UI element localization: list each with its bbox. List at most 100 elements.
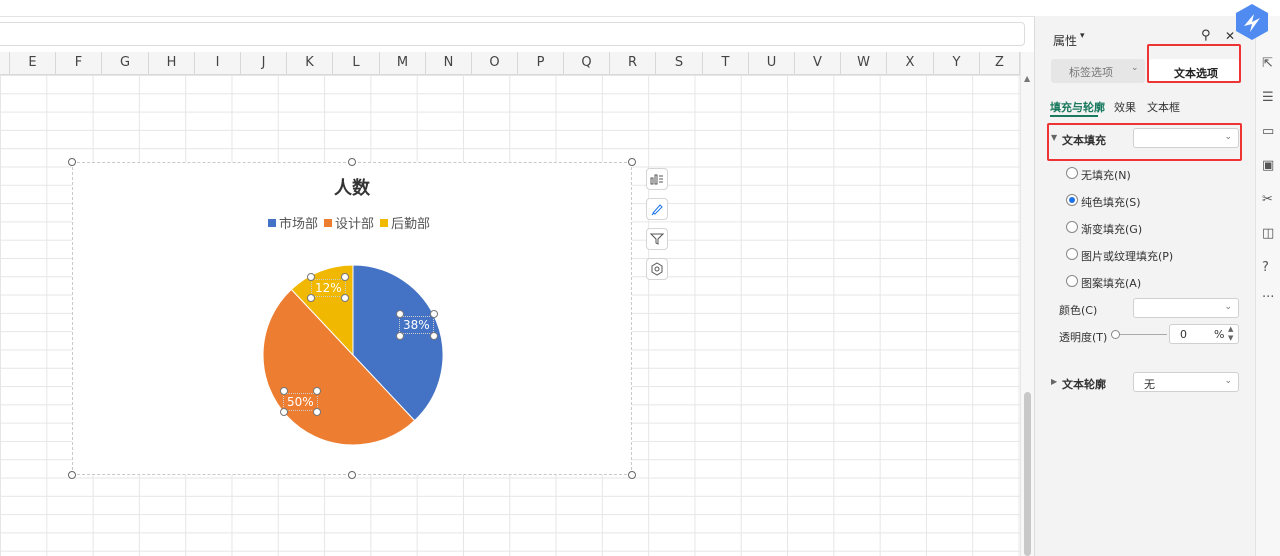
label-handle[interactable] [313,408,321,416]
resize-handle[interactable] [348,471,356,479]
chevron-down-icon: ⌄ [1131,63,1139,73]
label-handle[interactable] [313,387,321,395]
chart-elements-icon[interactable] [646,168,668,190]
chevron-down-icon: ⌄ [1224,376,1232,386]
more-icon[interactable]: ··· [1262,290,1274,305]
resize-handle[interactable] [348,158,356,166]
tab-label-options[interactable]: 标签选项 ⌄ [1051,59,1145,83]
label-handle[interactable] [307,294,315,302]
legend-swatch [380,218,389,227]
text-outline-value: 无 [1144,378,1155,391]
spinner-icon[interactable]: ▲ ▼ [1228,325,1233,343]
label-handle[interactable] [341,294,349,302]
column-header[interactable]: E [10,52,56,74]
column-header[interactable]: J [241,52,287,74]
column-header[interactable]: G [102,52,149,74]
formula-bar[interactable] [0,22,1025,46]
map-icon[interactable]: ◫ [1262,226,1274,241]
column-header-row: E F G H I J K L M N O P Q R S T U V W X … [0,52,1020,75]
column-header[interactable]: O [472,52,518,74]
radio-gradient-fill[interactable] [1066,221,1078,233]
column-header[interactable]: I [195,52,241,74]
text-outline-dropdown[interactable]: 无 ⌄ [1133,372,1239,392]
label-handle[interactable] [280,387,288,395]
label-handle[interactable] [341,273,349,281]
properties-panel: 属性 ▾ ⚲ ✕ 标签选项 ⌄ 文本选项 填充与轮廓 效果 文本框 ▼ 文本填充… [1034,16,1255,556]
column-header[interactable]: U [749,52,795,74]
legend-entry: 设计部 [324,213,374,232]
select-icon[interactable]: ⇱ [1262,56,1273,71]
help-icon[interactable]: ? [1262,260,1269,275]
resize-handle[interactable] [68,471,76,479]
app-logo-icon [1236,4,1268,40]
scrollbar-thumb[interactable] [1024,392,1031,556]
column-header[interactable]: W [841,52,887,74]
column-header[interactable]: L [333,52,380,74]
data-label[interactable]: 50% [283,393,318,411]
scroll-up-icon[interactable]: ▲ [1024,74,1030,83]
column-header[interactable]: M [380,52,426,74]
data-label[interactable]: 38% [399,316,434,334]
subtab-underline [1050,115,1098,117]
column-header[interactable]: H [149,52,195,74]
label-handle[interactable] [430,332,438,340]
radio-label[interactable]: 无填充(N) [1081,167,1131,183]
radio-label[interactable]: 图案填充(A) [1081,275,1141,291]
label-handle[interactable] [396,310,404,318]
color-dropdown[interactable]: ⌄ [1133,298,1239,318]
pie-chart[interactable] [258,260,448,450]
radio-solid-fill[interactable] [1066,194,1078,206]
column-header[interactable]: P [518,52,564,74]
column-header[interactable]: R [610,52,656,74]
subtab-fill-outline[interactable]: 填充与轮廓 [1050,99,1105,115]
subtab-effects[interactable]: 效果 [1114,99,1136,115]
chart-title[interactable]: 人数 [0,174,704,200]
chart-settings-icon[interactable] [646,258,668,280]
resize-handle[interactable] [628,158,636,166]
pin-icon[interactable]: ⚲ [1201,28,1211,43]
properties-icon[interactable]: ☰ [1262,90,1274,105]
comment-icon[interactable]: ▭ [1262,124,1274,139]
subtab-textbox[interactable]: 文本框 [1147,99,1180,115]
chart-legend[interactable]: 市场部 设计部 后勤部 [268,213,432,232]
transparency-slider[interactable] [1111,330,1167,339]
radio-label[interactable]: 图片或纹理填充(P) [1081,248,1173,264]
radio-picture-fill[interactable] [1066,248,1078,260]
column-header[interactable]: F [56,52,102,74]
radio-label[interactable]: 渐变填充(G) [1081,221,1142,237]
chart-style-icon[interactable] [646,198,668,220]
tools-icon[interactable]: ✂ [1262,192,1273,207]
transparency-value: 0 [1180,328,1187,341]
panel-title[interactable]: 属性 [1053,32,1077,49]
chevron-down-icon[interactable]: ▾ [1080,31,1085,41]
column-header[interactable]: K [287,52,333,74]
column-header[interactable]: Q [564,52,610,74]
section-text-outline[interactable]: 文本轮廓 [1062,376,1106,392]
data-label[interactable]: 12% [311,279,346,297]
resize-handle[interactable] [68,158,76,166]
column-header[interactable]: V [795,52,841,74]
label-handle[interactable] [396,332,404,340]
slider-knob[interactable] [1111,330,1120,339]
resize-handle[interactable] [628,471,636,479]
transparency-input[interactable]: 0 % ▲ ▼ [1169,324,1239,344]
label-handle[interactable] [307,273,315,281]
column-header[interactable]: N [426,52,472,74]
ribbon-toolbar [0,0,1034,17]
image-icon[interactable]: ▣ [1262,158,1274,173]
column-header[interactable]: X [887,52,934,74]
label-handle[interactable] [430,310,438,318]
row-header-corner[interactable] [0,52,10,74]
column-header[interactable]: T [703,52,749,74]
expand-icon[interactable]: ▶ [1051,377,1057,386]
label-handle[interactable] [280,408,288,416]
column-header[interactable]: Y [934,52,980,74]
radio-label[interactable]: 纯色填充(S) [1081,194,1141,210]
radio-no-fill[interactable] [1066,167,1078,179]
chart-filter-icon[interactable] [646,228,668,250]
radio-pattern-fill[interactable] [1066,275,1078,287]
vertical-scrollbar[interactable]: ▲ [1020,52,1035,556]
column-header[interactable]: Z [980,52,1020,74]
legend-entry: 后勤部 [380,213,430,232]
column-header[interactable]: S [656,52,703,74]
